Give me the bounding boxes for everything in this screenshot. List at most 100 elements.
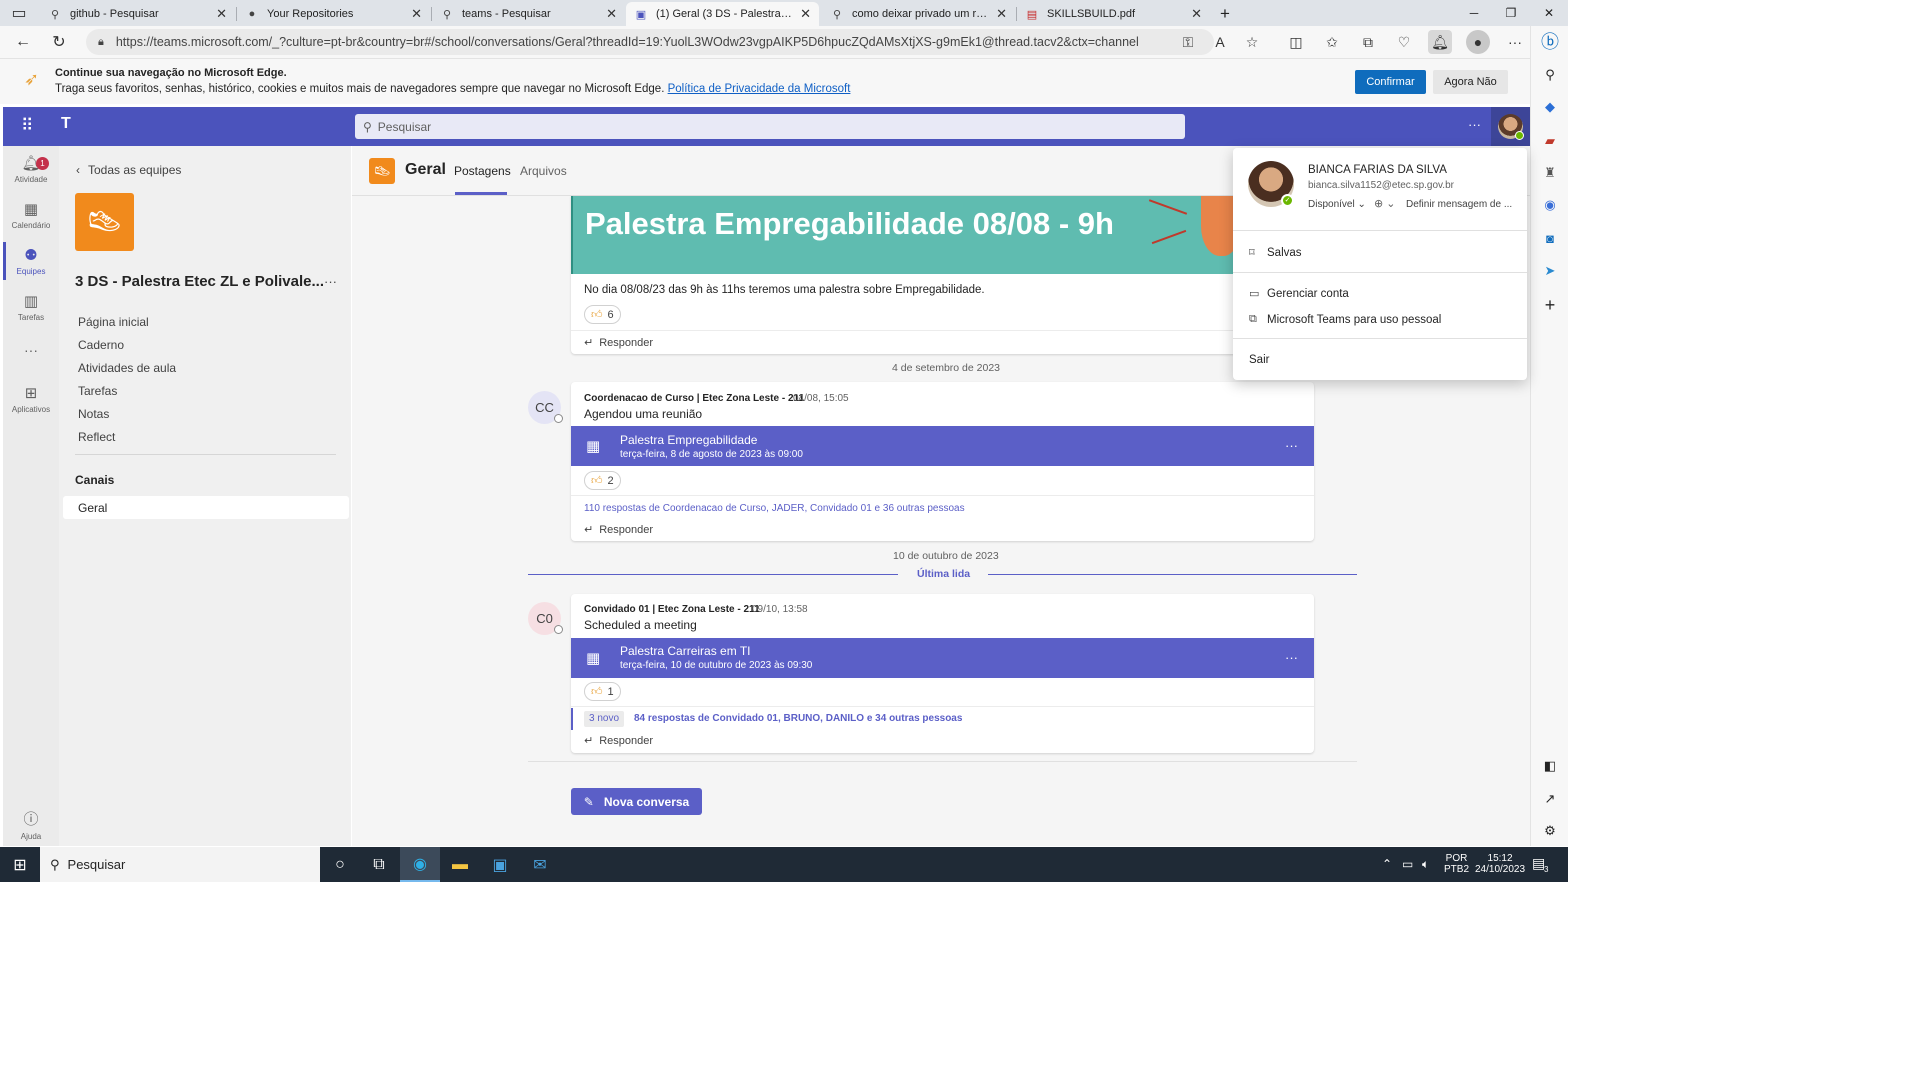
close-icon[interactable]: ✕ <box>606 6 617 22</box>
close-icon[interactable]: ✕ <box>996 6 1007 22</box>
nav-home[interactable]: Página inicial <box>78 315 149 329</box>
favorites-icon[interactable]: ✩ <box>1320 30 1344 54</box>
language-indicator[interactable]: POR PTB2 <box>1444 853 1469 875</box>
performance-icon[interactable]: ♡ <box>1392 30 1416 54</box>
close-icon[interactable]: ✕ <box>216 6 227 22</box>
clock[interactable]: 15:12 24/10/2023 <box>1475 853 1525 875</box>
search-input[interactable]: ⚲ Pesquisar <box>355 114 1185 139</box>
rail-help[interactable]: ⓘ Ajuda <box>3 808 59 841</box>
more-icon[interactable]: ··· <box>1468 117 1481 132</box>
add-icon[interactable]: + <box>1539 294 1561 316</box>
browser-tab-active[interactable]: ▣ (1) Geral (3 DS - Palestra Etec ZL ✕ <box>626 2 819 26</box>
reply-button[interactable]: ↵ Responder <box>584 336 653 349</box>
back-icon[interactable]: ← <box>10 30 36 54</box>
sidebar-layout-icon[interactable]: ◧ <box>1539 755 1561 777</box>
task-view-icon[interactable]: ⧉ <box>359 847 399 882</box>
nav-reflect[interactable]: Reflect <box>78 430 115 444</box>
channel-item-geral[interactable]: Geral <box>63 496 349 519</box>
nav-assignments[interactable]: Tarefas <box>78 384 117 398</box>
confirm-button[interactable]: Confirmar <box>1355 70 1426 94</box>
search-icon[interactable]: ⚲ <box>1539 64 1561 86</box>
replies-link[interactable]: 110 respostas de Coordenacao de Curso, J… <box>584 503 965 514</box>
cortana-icon[interactable]: ○ <box>320 847 360 882</box>
tray-chevron-icon[interactable]: ⌃ <box>1382 857 1392 871</box>
rail-teams[interactable]: ⚉ Equipes <box>3 246 59 276</box>
personal-teams-menu-item[interactable]: ⧉ Microsoft Teams para uso pessoal <box>1249 313 1441 326</box>
rail-apps[interactable]: ⊞ Aplicativos <box>3 384 59 414</box>
status-dropdown[interactable]: Disponível ⌄ <box>1308 199 1366 210</box>
close-icon[interactable]: ✕ <box>800 6 811 22</box>
reply-button[interactable]: ↵ Responder <box>584 734 653 747</box>
external-link-icon[interactable]: ↗ <box>1539 788 1561 810</box>
app-launcher-icon[interactable]: ⠿ <box>21 116 33 136</box>
read-aloud-icon[interactable]: A <box>1208 30 1232 54</box>
shopping-icon[interactable]: ◆ <box>1539 96 1561 118</box>
collections-icon[interactable]: ⧉ <box>1356 30 1380 54</box>
copilot-icon[interactable]: ⓑ <box>1539 30 1561 52</box>
like-reaction[interactable]: 👍︎ 6 <box>584 305 621 324</box>
nav-notebook[interactable]: Caderno <box>78 338 124 352</box>
profile-button[interactable] <box>1491 107 1530 146</box>
new-conversation-button[interactable]: ✎ Nova conversa <box>571 788 702 815</box>
nav-class-activities[interactable]: Atividades de aula <box>78 361 176 375</box>
taskbar-search[interactable]: ⚲ Pesquisar <box>40 847 320 882</box>
profile-avatar-icon[interactable]: ● <box>1466 30 1490 54</box>
favorite-star-icon[interactable]: ☆ <box>1240 30 1264 54</box>
rail-more[interactable]: ··· <box>3 342 59 358</box>
split-screen-icon[interactable]: ◫ <box>1284 30 1308 54</box>
gear-icon[interactable]: ⚙ <box>1539 820 1561 842</box>
restore-icon[interactable]: ❐ <box>1492 0 1530 26</box>
reply-button[interactable]: ↵ Responder <box>584 523 653 536</box>
saved-menu-item[interactable]: ⌑ Salvas <box>1249 246 1302 260</box>
meeting-card[interactable]: ▦ Palestra Carreiras em TI terça-feira, … <box>571 638 1314 678</box>
refresh-icon[interactable]: ↻ <box>46 30 72 54</box>
tools-icon[interactable]: ▰ <box>1539 130 1561 152</box>
like-reaction[interactable]: 👍︎ 1 <box>584 682 621 701</box>
send-icon[interactable]: ➤ <box>1539 260 1561 282</box>
meeting-card[interactable]: ▦ Palestra Empregabilidade terça-feira, … <box>571 426 1314 466</box>
browser-tab[interactable]: ⚲ como deixar privado um reposit… ✕ <box>822 2 1015 26</box>
key-icon[interactable]: ⚿ <box>1176 30 1200 54</box>
close-icon[interactable]: ✕ <box>411 6 422 22</box>
rail-calendar[interactable]: ▦ Calendário <box>3 200 59 230</box>
windows-start-icon[interactable]: ⊞ <box>0 847 40 882</box>
minimize-icon[interactable]: ─ <box>1455 0 1493 26</box>
browser-tab[interactable]: ⚲ github - Pesquisar ✕ <box>40 2 235 26</box>
settings-more-icon[interactable]: ··· <box>1503 30 1527 54</box>
close-window-icon[interactable]: ✕ <box>1530 0 1568 26</box>
notifications-icon[interactable]: 🔔︎ <box>1428 30 1452 54</box>
status-message-link[interactable]: Definir mensagem de ... <box>1406 199 1512 210</box>
network-icon[interactable]: ▭ <box>1402 857 1413 871</box>
tab-posts[interactable]: Postagens <box>454 164 511 178</box>
close-icon[interactable]: ✕ <box>1191 6 1202 22</box>
browser-tab[interactable]: ⚲ teams - Pesquisar ✕ <box>432 2 625 26</box>
browser-tab[interactable]: ● Your Repositories ✕ <box>237 2 430 26</box>
tab-actions-icon[interactable]: ▭ <box>6 1 32 25</box>
store-icon[interactable]: ▣ <box>480 847 520 882</box>
rail-assignments[interactable]: ▥ Tarefas <box>3 292 59 322</box>
location-icon[interactable]: ⊕ ⌄ <box>1374 197 1396 210</box>
privacy-link[interactable]: Política de Privacidade da Microsoft <box>668 83 851 95</box>
volume-icon[interactable]: 🔈︎ <box>1422 857 1429 872</box>
meeting-more-icon[interactable]: ··· <box>1285 650 1298 665</box>
replies-link[interactable]: 84 respostas de Convidado 01, BRUNO, DAN… <box>634 713 962 724</box>
url-field[interactable]: 🔒︎ https://teams.microsoft.com/_?culture… <box>86 29 1214 55</box>
browser-tab[interactable]: ▤ SKILLSBUILD.pdf ✕ <box>1017 2 1210 26</box>
rail-activity[interactable]: 🔔︎ Atividade 1 <box>3 154 59 184</box>
sign-out-menu-item[interactable]: Sair <box>1249 354 1269 366</box>
manage-account-menu-item[interactable]: ▭ Gerenciar conta <box>1249 287 1349 301</box>
tab-files[interactable]: Arquivos <box>520 164 567 178</box>
all-teams-link[interactable]: ‹ Todas as equipes <box>76 163 181 177</box>
mail-icon[interactable]: ✉ <box>520 847 560 882</box>
edge-app-icon[interactable]: ◉ <box>400 847 440 882</box>
outlook-icon[interactable]: ◙ <box>1539 227 1561 249</box>
games-icon[interactable]: ♜ <box>1539 162 1561 184</box>
file-explorer-icon[interactable]: ▬ <box>440 847 480 882</box>
team-more-icon[interactable]: ··· <box>324 274 337 289</box>
meeting-more-icon[interactable]: ··· <box>1285 438 1298 453</box>
like-reaction[interactable]: 👍︎ 2 <box>584 471 621 490</box>
new-tab-button[interactable]: + <box>1212 2 1238 26</box>
nav-grades[interactable]: Notas <box>78 407 109 421</box>
later-button[interactable]: Agora Não <box>1433 70 1508 94</box>
office-icon[interactable]: ◉ <box>1539 194 1561 216</box>
